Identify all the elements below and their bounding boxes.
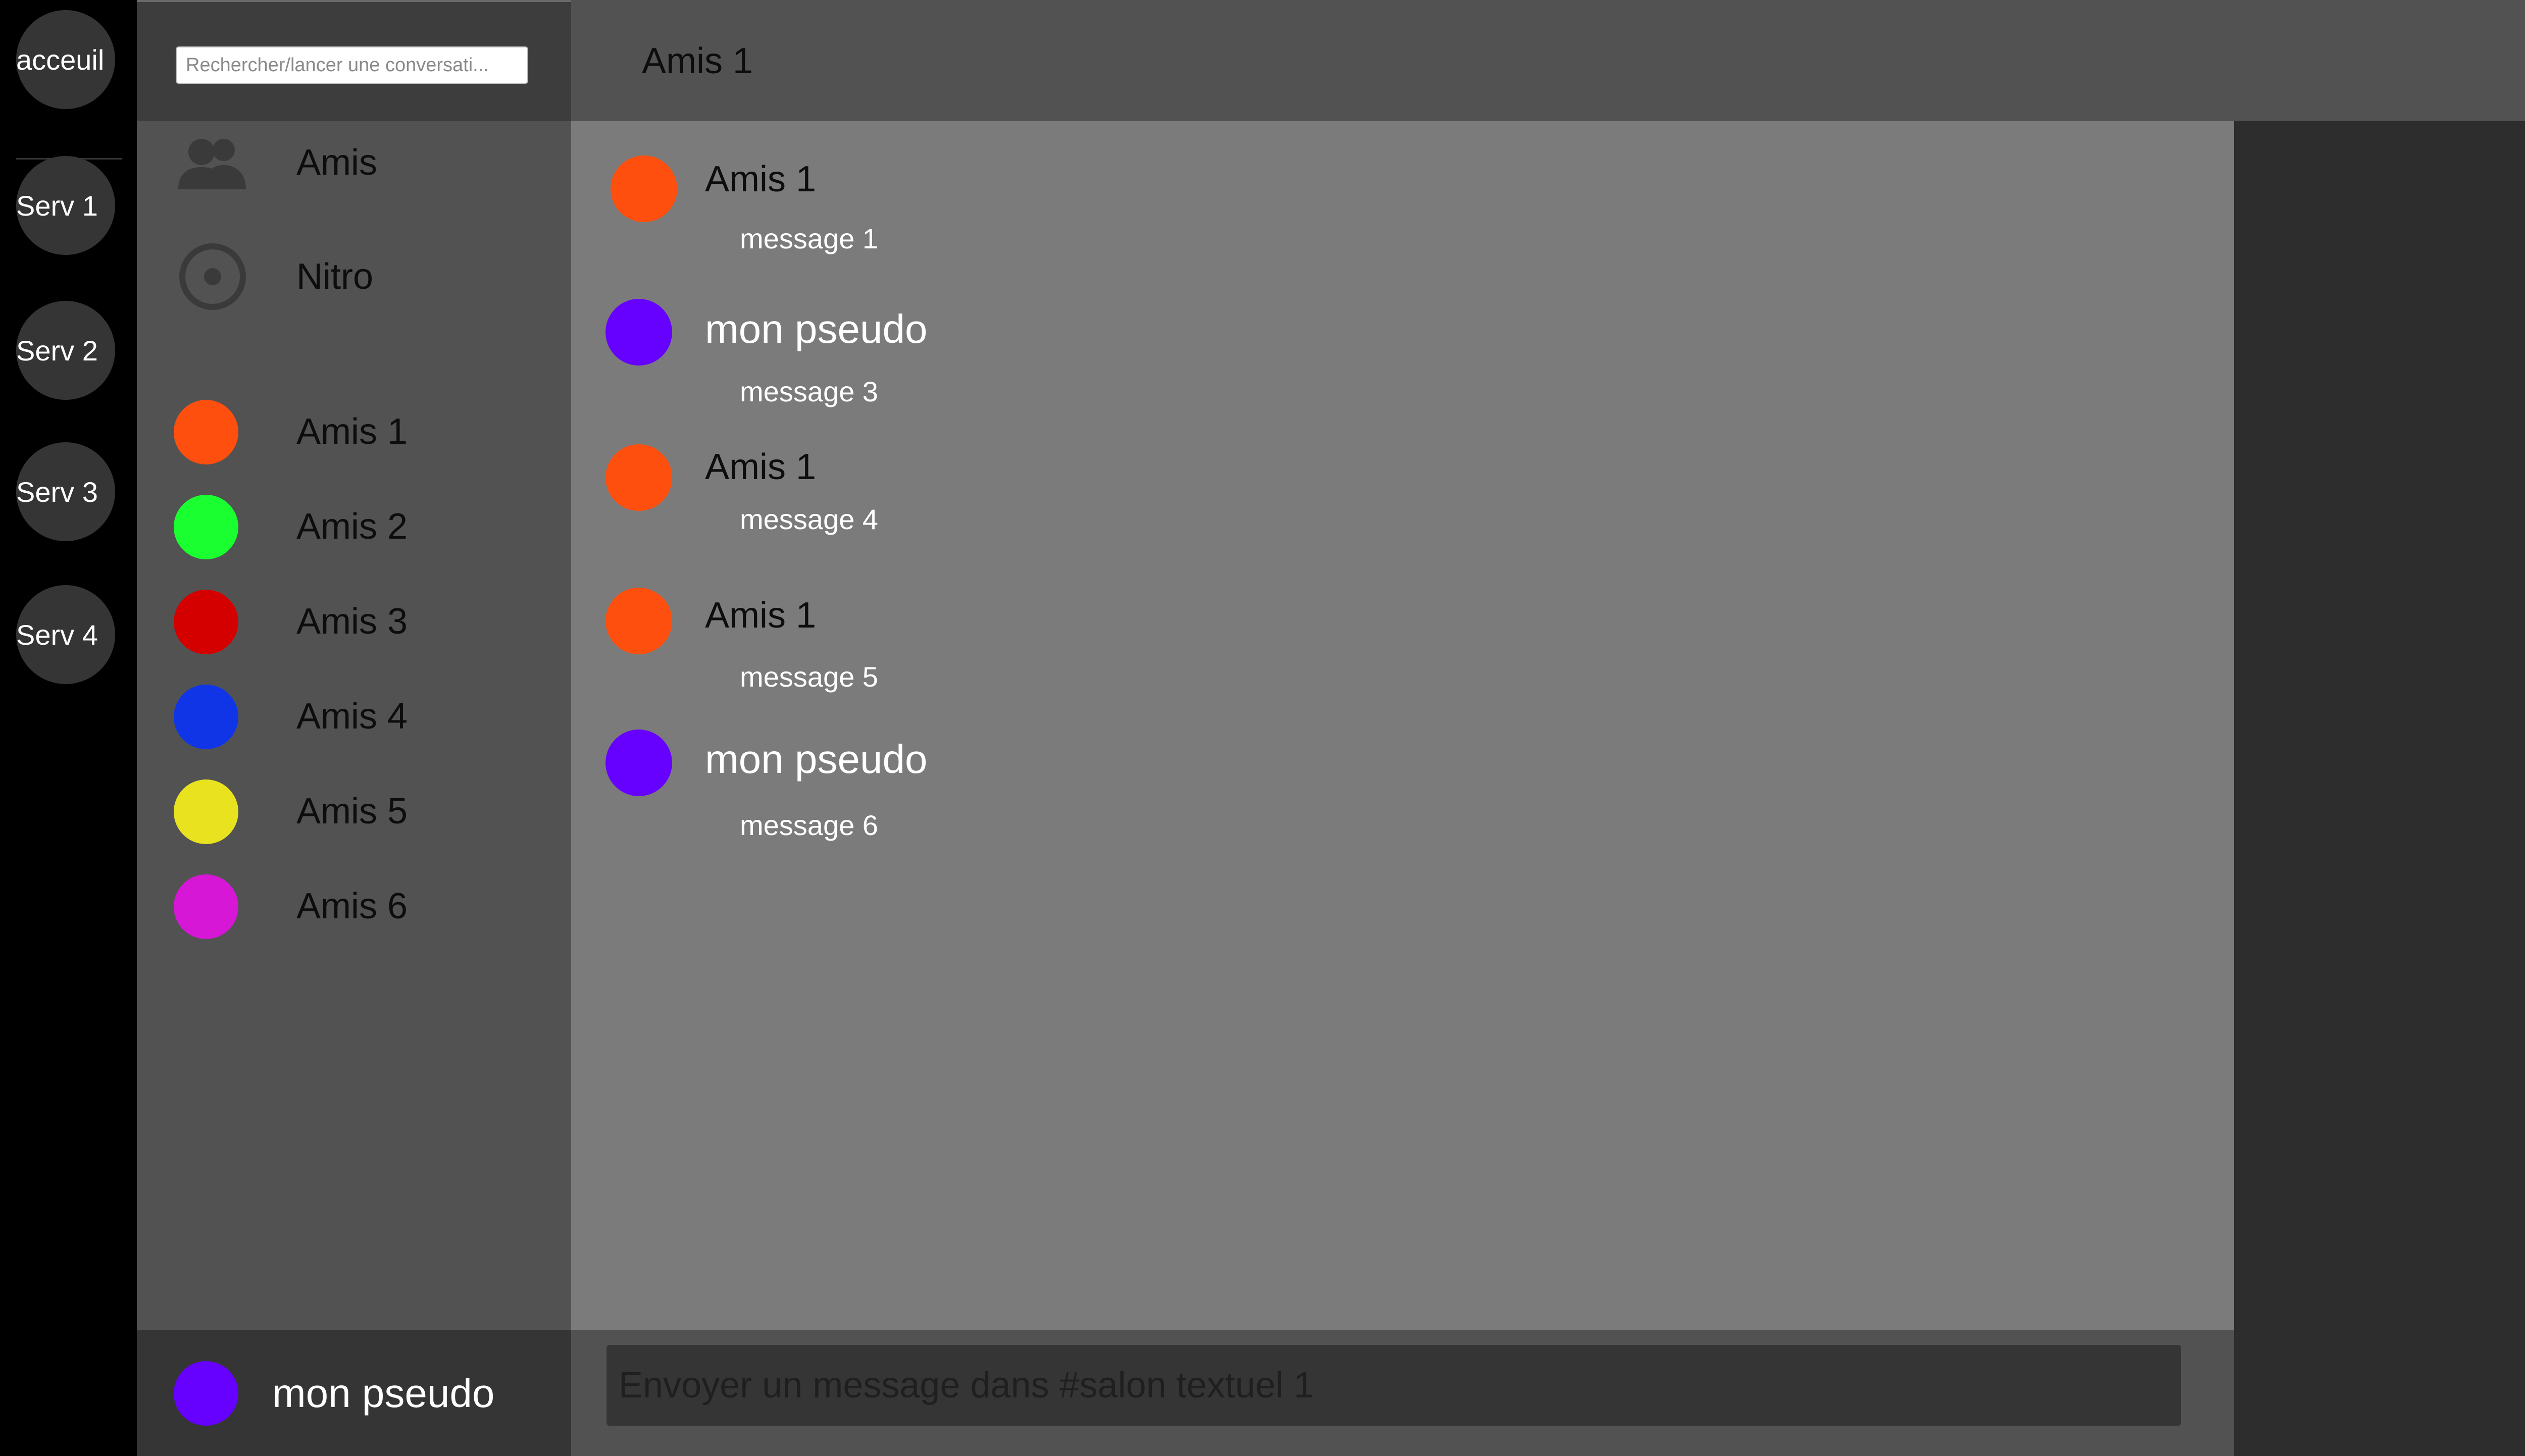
message-author[interactable]: Amis 1 [705,595,816,636]
sidebar-item-friends[interactable]: Amis [137,117,571,208]
message-text: message 4 [740,503,878,535]
server-button-3[interactable]: Serv 3 [16,442,115,541]
avatar[interactable] [605,444,672,511]
friend-name: Amis 6 [296,886,408,926]
avatar [174,590,238,654]
friend-item-5[interactable]: Amis 5 [137,768,571,854]
message-author[interactable]: mon pseudo [705,306,927,352]
friend-item-2[interactable]: Amis 2 [137,484,571,569]
avatar [174,874,238,939]
server-button-4[interactable]: Serv 4 [16,585,115,684]
avatar[interactable] [605,299,672,366]
sidebar-item-nitro[interactable]: Nitro [137,231,571,322]
message-list: Amis 1 message 1 mon pseudo message 3 Am… [571,121,2234,1330]
server-button-2[interactable]: Serv 2 [16,301,115,400]
friend-name: Amis 3 [296,601,408,642]
avatar[interactable] [174,1361,238,1426]
friend-name: Amis 2 [296,506,408,547]
friend-item-6[interactable]: Amis 6 [137,863,571,949]
home-button[interactable]: acceuil [16,10,115,109]
avatar [174,685,238,749]
server-button-label: Serv 1 [16,189,98,222]
avatar [174,400,238,464]
friend-item-3[interactable]: Amis 3 [137,579,571,664]
member-panel [2234,121,2525,1456]
conversation-header: Amis 1 [571,0,2525,121]
message-author[interactable]: Amis 1 [705,159,816,200]
friend-item-1[interactable]: Amis 1 [137,389,571,475]
user-panel: mon pseudo [137,1330,571,1456]
friend-name: Amis 4 [296,696,408,737]
message-text: message 3 [740,376,878,407]
message-text: message 5 [740,661,878,693]
avatar[interactable] [605,730,672,796]
page-title: Amis 1 [642,41,753,81]
avatar[interactable] [611,155,677,222]
search-bar [137,0,571,121]
server-button-label: Serv 3 [16,476,98,508]
avatar [174,495,238,559]
dm-sidebar: Amis Nitro Amis 1 Amis 2 Amis 3 Amis [137,0,571,1456]
message-author[interactable]: Amis 1 [705,446,816,488]
sidebar-item-label: Amis [296,142,377,183]
nitro-icon [175,239,250,315]
composer-bar [571,1330,2234,1456]
app-window: acceuil Serv 1 Serv 2 Serv 3 Serv 4 Rech… [0,0,2525,1456]
friend-name: Amis 1 [296,411,408,452]
user-name: mon pseudo [272,1371,495,1416]
home-button-label: acceuil [16,43,105,76]
message-author[interactable]: mon pseudo [705,736,927,783]
message-text: message 1 [740,223,878,254]
sidebar-item-label: Nitro [296,256,374,297]
friends-icon [175,125,250,200]
avatar [174,779,238,844]
avatar[interactable] [605,588,672,654]
server-button-label: Serv 4 [16,618,98,651]
friend-name: Amis 5 [296,791,408,831]
message-text: message 6 [740,809,878,841]
search-input[interactable] [176,46,528,84]
server-button-1[interactable]: Serv 1 [16,156,115,255]
friend-item-4[interactable]: Amis 4 [137,673,571,759]
server-rail: acceuil Serv 1 Serv 2 Serv 3 Serv 4 [0,0,137,1456]
message-input[interactable] [607,1345,2181,1426]
server-button-label: Serv 2 [16,334,98,367]
